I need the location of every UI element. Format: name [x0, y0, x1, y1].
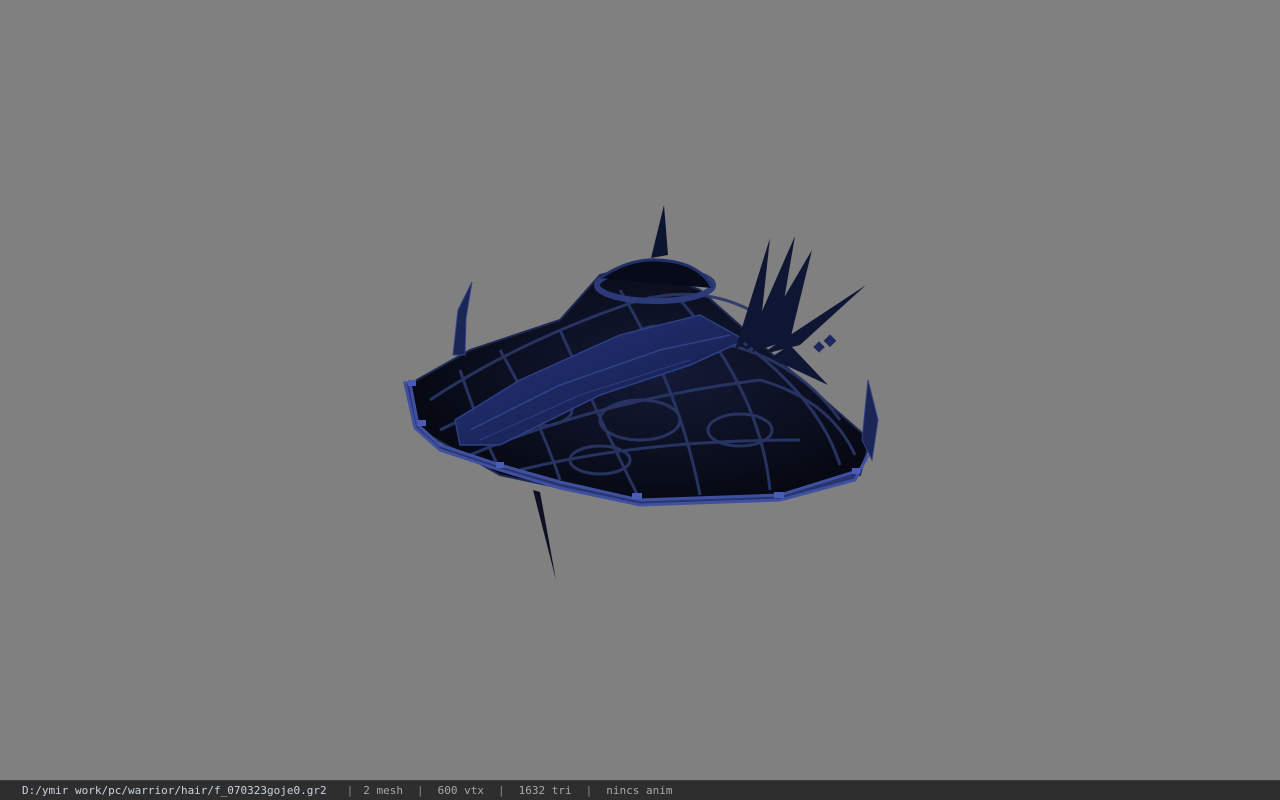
status-separator: |	[417, 784, 424, 797]
status-mesh-count: 2 mesh	[363, 784, 404, 797]
status-triangle-count: 1632 tri	[518, 784, 572, 797]
hat-3d-model[interactable]	[0, 0, 1280, 780]
status-separator: |	[585, 784, 593, 797]
status-separator: |	[346, 784, 354, 797]
status-vertex-count: 600 vtx	[437, 784, 484, 797]
hanging-string	[533, 490, 556, 580]
status-separator: |	[498, 784, 505, 797]
left-horn	[452, 281, 473, 356]
3d-viewport[interactable]	[0, 0, 1280, 780]
status-bar: D:/ymir work/pc/warrior/hair/f_070323goj…	[0, 780, 1280, 800]
status-file-path: D:/ymir work/pc/warrior/hair/f_070323goj…	[22, 784, 327, 797]
status-anim: nincs anim	[606, 784, 673, 797]
top-spike	[651, 205, 668, 258]
